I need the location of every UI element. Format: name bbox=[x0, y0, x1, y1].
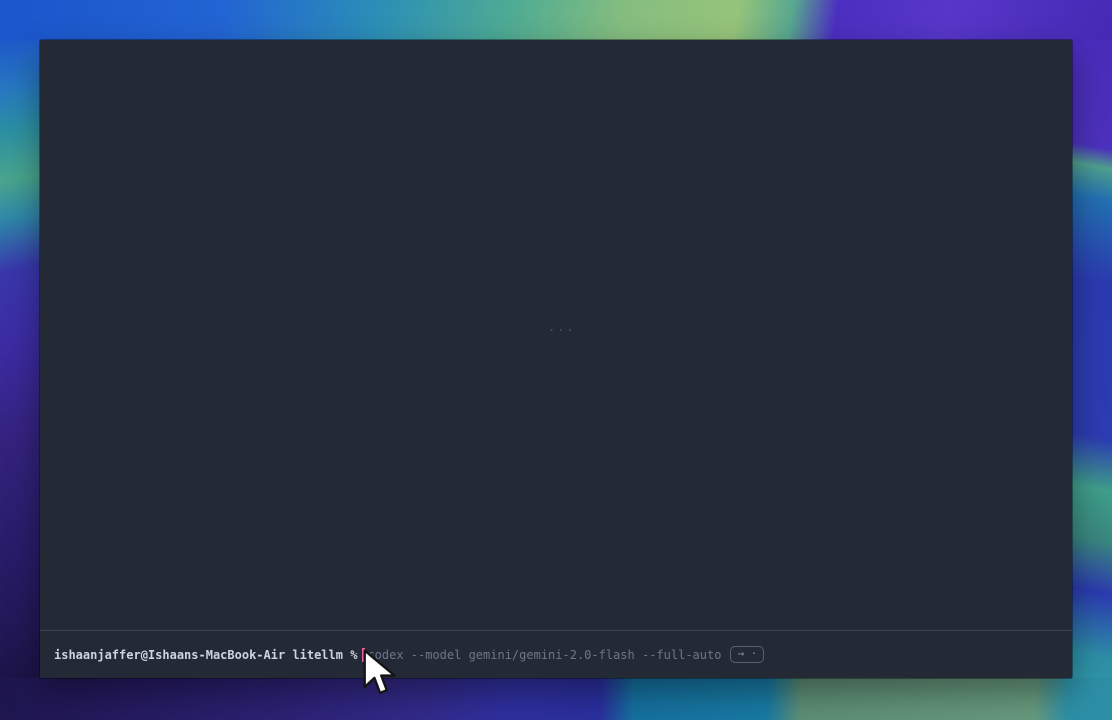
wallpaper-top-edge bbox=[0, 0, 1112, 40]
command-input-line[interactable]: ishaanjaffer@Ishaans-MacBook-Air litellm… bbox=[40, 631, 1072, 678]
wallpaper-bottom-edge bbox=[0, 678, 1112, 720]
scrollback-ellipsis: ... bbox=[548, 320, 576, 334]
wallpaper-left-edge bbox=[0, 40, 40, 678]
command-autosuggestion: codex --model gemini/gemini-2.0-flash --… bbox=[367, 647, 721, 663]
terminal-scrollback-area[interactable]: ... bbox=[40, 40, 1072, 630]
shell-prompt: ishaanjaffer@Ishaans-MacBook-Air litellm… bbox=[54, 647, 357, 663]
accept-suggestion-hint-pill: → · bbox=[730, 646, 764, 663]
wallpaper-right-edge bbox=[1072, 40, 1112, 678]
terminal-window[interactable]: ... ishaanjaffer@Ishaans-MacBook-Air lit… bbox=[40, 40, 1072, 678]
text-caret bbox=[362, 648, 365, 662]
